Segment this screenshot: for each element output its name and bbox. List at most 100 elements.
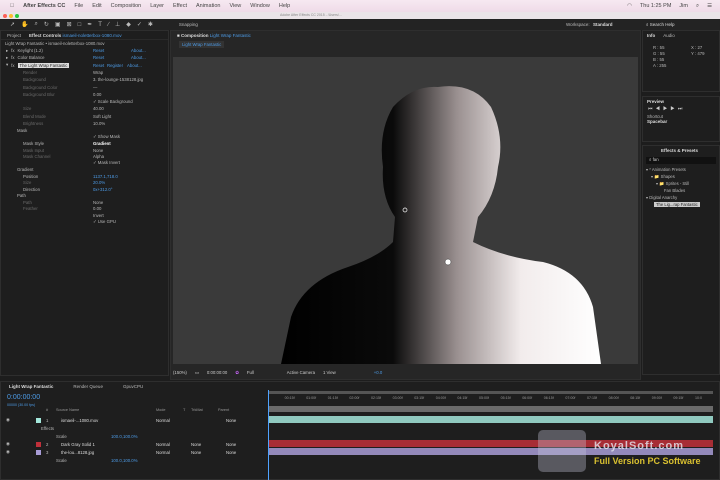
property-value[interactable]: 0x+312.0°: [93, 187, 113, 192]
visibility-eye-icon[interactable]: ◉: [6, 417, 10, 423]
tab-preview[interactable]: Preview: [647, 99, 664, 104]
label-color[interactable]: [36, 441, 41, 447]
tab-info[interactable]: Info: [647, 33, 655, 38]
about-link[interactable]: About...: [131, 48, 146, 53]
property-value[interactable]: ✓ Scale Background: [93, 99, 133, 105]
search-help[interactable]: ⌕ Search Help: [646, 22, 675, 27]
effect-property[interactable]: Size 40.00: [1, 105, 166, 112]
tab-effect-controls[interactable]: Effect Controls ismaeil-noletterbox-1080…: [29, 33, 122, 38]
comp-breadcrumb[interactable]: Light Wrap Fantastic: [179, 41, 225, 48]
playhead[interactable]: [268, 390, 269, 480]
expand-arrow-icon[interactable]: ▾: [1, 62, 8, 68]
apple-icon[interactable]: : [10, 3, 14, 9]
tab-render-queue[interactable]: Render Queue: [73, 384, 103, 389]
menu-file[interactable]: File: [74, 3, 83, 9]
user-name[interactable]: Jim: [679, 3, 688, 10]
menu-view[interactable]: View: [229, 3, 241, 9]
expand-arrow-icon[interactable]: ▸: [1, 48, 8, 54]
snapshot-icon[interactable]: ▭: [195, 370, 199, 376]
app-menu[interactable]: After Effects CC: [23, 3, 65, 9]
zoom-icon[interactable]: [15, 13, 19, 18]
workspace-select[interactable]: Standard: [593, 22, 613, 27]
effect-property[interactable]: Brightness 10.0%: [1, 120, 166, 127]
resolution-select[interactable]: Full: [247, 370, 254, 375]
trkmat-select[interactable]: None: [191, 450, 201, 455]
property-value[interactable]: Invert: [93, 213, 104, 218]
comp-viewer[interactable]: [173, 57, 638, 365]
effects-search-input[interactable]: ⌕ fan: [646, 157, 716, 164]
layer-property-row[interactable]: Scale 100.0,100.0%: [1, 432, 266, 440]
effect-property[interactable]: Blend Mode Soft Light: [1, 113, 166, 120]
mode-select[interactable]: Normal: [156, 418, 170, 423]
clone-stamp-icon[interactable]: ⊥: [115, 21, 120, 28]
effect-property[interactable]: Render Wrap: [1, 69, 166, 76]
tree-animation-presets[interactable]: ▾ * Animation Presets: [646, 166, 719, 173]
property-value[interactable]: 40.00: [93, 106, 104, 111]
layer-duration-bar[interactable]: [269, 416, 713, 423]
menu-window[interactable]: Window: [250, 3, 270, 9]
trkmat-select[interactable]: None: [191, 442, 201, 447]
pen-tool-icon[interactable]: ✒: [87, 21, 92, 28]
reset-link[interactable]: Reset: [93, 55, 104, 60]
eraser-icon[interactable]: ◆: [126, 21, 131, 28]
visibility-eye-icon[interactable]: ◉: [6, 449, 10, 455]
effect-property[interactable]: Background 3. the-lounge-1538128.jpg: [1, 76, 166, 83]
layer-property-row[interactable]: Effects: [1, 424, 266, 432]
layer-name[interactable]: Dark Gray Solid 1: [61, 442, 95, 447]
type-tool-icon[interactable]: T: [98, 22, 102, 28]
property-value[interactable]: 1137.1,718.0: [93, 174, 118, 179]
color-wheel-icon[interactable]: ✿: [235, 370, 239, 376]
tree-sprites-still[interactable]: ▾ 📁 Sprites - Still: [646, 180, 719, 187]
layer-name[interactable]: the-lou...8128.jpg: [61, 450, 94, 455]
work-area-bar[interactable]: [269, 391, 713, 394]
property-value[interactable]: 10.0%: [93, 121, 105, 126]
property-value[interactable]: Soft Light: [93, 114, 111, 119]
mask-tool-icon[interactable]: □: [78, 22, 82, 28]
view-layout-select[interactable]: 1 View: [323, 370, 336, 375]
parent-select[interactable]: None: [226, 450, 236, 455]
property-value[interactable]: 0.00: [93, 206, 101, 211]
parent-select[interactable]: None: [226, 418, 236, 423]
property-value[interactable]: 0.00: [93, 92, 101, 97]
notifications-icon[interactable]: ☰: [707, 3, 712, 10]
rotate-tool-icon[interactable]: ↻: [44, 21, 49, 28]
visibility-eye-icon[interactable]: ◉: [6, 441, 10, 447]
layer-property-row[interactable]: Scale 100.0,100.0%: [1, 456, 266, 464]
property-value[interactable]: 3. the-lounge-1538128.jpg: [93, 77, 143, 82]
pan-behind-icon[interactable]: ⊠: [67, 21, 72, 28]
effect-property[interactable]: Background Color —: [1, 84, 166, 91]
expand-arrow-icon[interactable]: ▸: [1, 55, 8, 61]
menu-layer[interactable]: Layer: [150, 3, 164, 9]
reset-link[interactable]: Reset: [93, 48, 104, 53]
magnification-select[interactable]: (150%): [173, 370, 187, 375]
mode-select[interactable]: Normal: [156, 442, 170, 447]
timeline-timecode[interactable]: 0:00:00:00: [7, 394, 40, 401]
time-ruler[interactable]: 00:15f 01:00f 01:15f 02:00f 02:15f 03:00f 03:1…: [269, 396, 713, 404]
snapping-label[interactable]: Snapping: [179, 22, 198, 27]
reset-link[interactable]: Reset: [93, 63, 104, 68]
label-color[interactable]: [36, 417, 41, 423]
tree-digital-anarchy[interactable]: ▾ Digital Anarchy: [646, 194, 719, 201]
layer-row[interactable]: ◉ 1 ismaeil-...1080.mov Normal None: [1, 416, 266, 424]
effect-property[interactable]: ✓ Use GPU: [1, 218, 166, 225]
layer-name[interactable]: ismaeil-...1080.mov: [61, 418, 98, 423]
parent-select[interactable]: None: [226, 442, 236, 447]
property-value[interactable]: None: [93, 200, 103, 205]
spotlight-icon[interactable]: ⌕: [696, 3, 699, 10]
register-link[interactable]: Register: [107, 63, 123, 68]
property-value[interactable]: Gradient: [93, 141, 111, 146]
tab-timeline[interactable]: Light Wrap Fantastic: [9, 384, 53, 389]
menu-edit[interactable]: Edit: [92, 3, 101, 9]
tree-light-wrap-fantastic[interactable]: The Lig...rap Fantastic: [646, 201, 719, 208]
about-link[interactable]: About...: [131, 55, 146, 60]
hand-tool-icon[interactable]: ✋: [21, 21, 28, 28]
property-value[interactable]: 20.0%: [93, 180, 105, 185]
property-value[interactable]: 100.0,100.0%: [111, 434, 138, 439]
menu-help[interactable]: Help: [279, 3, 290, 9]
puppet-pin-icon[interactable]: ✱: [148, 21, 153, 28]
brush-tool-icon[interactable]: ∕: [108, 22, 109, 28]
exposure-value[interactable]: +0.0: [374, 370, 382, 375]
current-time[interactable]: 0:00:00:00: [207, 370, 227, 375]
tree-fan-blades[interactable]: Fan Blades: [646, 187, 719, 194]
property-value[interactable]: 100.0,100.0%: [111, 458, 138, 463]
